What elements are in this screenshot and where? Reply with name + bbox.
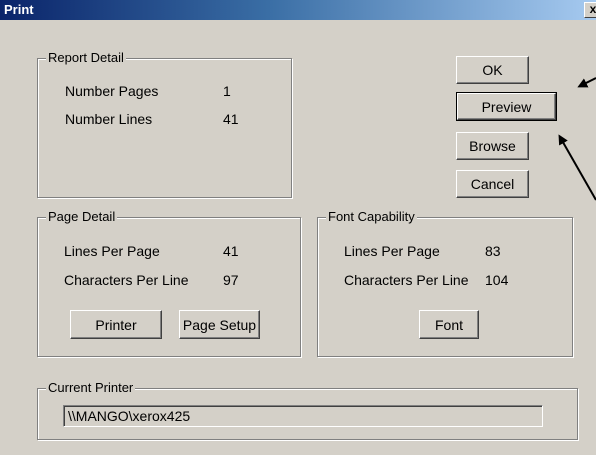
page-lines-per-page-label: Lines Per Page: [64, 243, 160, 259]
window-title: Print: [4, 2, 34, 17]
number-pages-label: Number Pages: [65, 83, 159, 99]
current-printer-group: Current Printer \\MANGO\xerox425: [37, 380, 578, 440]
ok-button[interactable]: OK: [456, 56, 529, 84]
page-chars-per-line-label: Characters Per Line: [64, 272, 189, 288]
page-chars-per-line-value: 97: [223, 272, 239, 288]
printer-button[interactable]: Printer: [70, 310, 162, 339]
font-chars-per-line-label: Characters Per Line: [344, 272, 469, 288]
page-detail-legend: Page Detail: [46, 209, 118, 224]
font-lines-per-page-value: 83: [485, 243, 501, 259]
page-setup-button[interactable]: Page Setup: [179, 310, 260, 339]
number-lines-label: Number Lines: [65, 111, 153, 127]
font-capability-legend: Font Capability: [326, 209, 417, 224]
font-lines-per-page-label: Lines Per Page: [344, 243, 440, 259]
page-detail-group: Page Detail Lines Per Page 41 Characters…: [37, 209, 301, 357]
title-bar: Print x: [0, 0, 596, 20]
font-button[interactable]: Font: [419, 310, 479, 339]
current-printer-legend: Current Printer: [46, 380, 136, 395]
number-pages-value: 1: [223, 83, 231, 99]
close-icon[interactable]: x: [584, 2, 596, 18]
cancel-button[interactable]: Cancel: [456, 170, 529, 198]
font-chars-per-line-value: 104: [485, 272, 509, 288]
current-printer-field: \\MANGO\xerox425: [63, 405, 543, 427]
browse-button[interactable]: Browse: [456, 132, 529, 160]
page-lines-per-page-value: 41: [223, 243, 239, 259]
preview-button[interactable]: Preview: [456, 92, 557, 121]
font-capability-group: Font Capability Lines Per Page 83 Charac…: [317, 209, 573, 357]
number-lines-value: 41: [223, 111, 239, 127]
report-detail-legend: Report Detail: [46, 50, 126, 65]
report-detail-group: Report Detail Number Pages 1 Number Line…: [37, 50, 292, 198]
